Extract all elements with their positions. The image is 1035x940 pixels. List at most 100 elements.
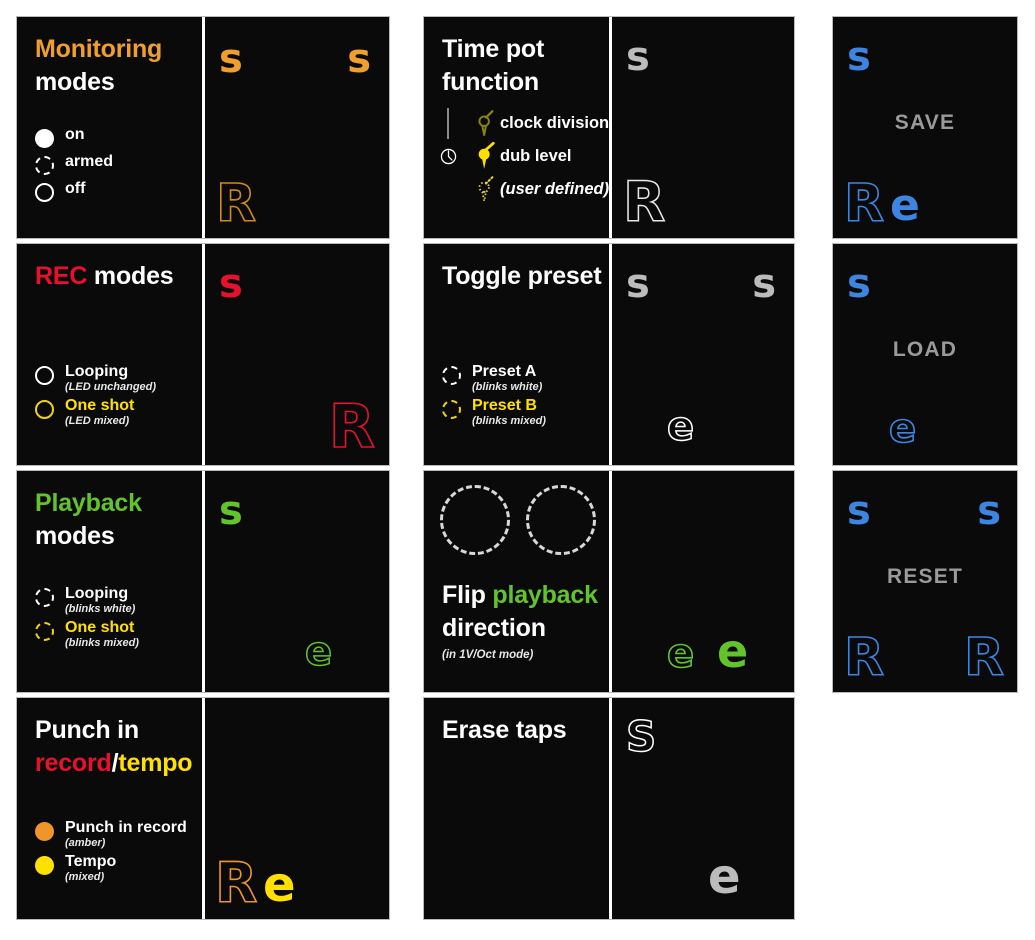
page-title-erase: Erase taps xyxy=(442,716,567,744)
legend-row: Preset A (blinks white) xyxy=(442,363,546,394)
glyph-r-outline: R xyxy=(328,392,376,462)
rec-legend: Looping (LED unchanged) One shot (LED mi… xyxy=(35,363,157,431)
legend-row: One shot (LED mixed) xyxy=(35,396,156,428)
legend-label: Preset B xyxy=(472,396,537,414)
card-save: s SAVE R e xyxy=(832,16,1018,239)
flip-subnote: (in 1V/Oct mode) xyxy=(442,649,534,661)
legend-sublabel: (blinks mixed) xyxy=(472,414,546,427)
glyph-r-outline: R xyxy=(215,174,257,234)
legend-row: Tempo (mixed) xyxy=(35,852,187,884)
timepot-option-list: clock divisions dub level (user defined) xyxy=(440,107,609,206)
pot-gutter xyxy=(440,140,472,173)
pot-row: dub level xyxy=(440,140,609,173)
glyph-r-outline: R xyxy=(843,628,885,688)
playback-info-pane: Playback modes Looping (blinks white) On… xyxy=(17,471,202,692)
legend-label: Looping xyxy=(65,585,129,602)
legend-sublabel: (blinks white) xyxy=(472,380,543,393)
erase-glyph-pane: S e xyxy=(609,698,794,919)
page-title-punch: Punch in record/tempo xyxy=(35,714,193,779)
load-label: LOAD xyxy=(892,338,958,361)
playback-title-line1: Playback xyxy=(35,489,142,517)
rec-info-pane: REC modes Looping (LED unchanged) One sh… xyxy=(17,244,202,465)
toggle-legend: Preset A (blinks white) Preset B (blinks… xyxy=(442,363,546,431)
card-load: s LOAD e xyxy=(832,243,1018,466)
glyph-r-outline: R xyxy=(622,170,666,234)
card-reset: s s RESET R R xyxy=(832,470,1018,693)
legend-sheet: Monitoring modes on armed off s s R REC … xyxy=(0,0,1035,940)
punch-title-line1: Punch in xyxy=(35,716,139,744)
punch-title-record: record xyxy=(35,748,112,777)
load-glyph-pane: s LOAD e xyxy=(833,244,1017,465)
playback-title-line2: modes xyxy=(35,521,115,550)
toggle-glyph-pane: s s e xyxy=(609,244,794,465)
pot-row: (user defined) xyxy=(442,173,609,206)
legend-label: One shot xyxy=(65,618,135,636)
card-playback-modes: Playback modes Looping (blinks white) On… xyxy=(16,470,390,693)
page-title-rec: REC modes xyxy=(35,260,174,293)
legend-row: on xyxy=(35,126,113,148)
card-flip-playback-direction: Flip playback direction (in 1V/Oct mode)… xyxy=(423,470,795,693)
card-toggle-preset: Toggle preset Preset A (blinks white) Pr… xyxy=(423,243,795,466)
monitoring-title-line1: Monitoring xyxy=(35,35,163,63)
legend-label: Tempo xyxy=(65,852,117,870)
monitoring-legend: on armed off xyxy=(35,126,113,208)
led-indicator-tempo xyxy=(35,855,54,875)
page-title-toggle: Toggle preset xyxy=(442,262,602,290)
glyph-e-outline: e xyxy=(666,404,695,450)
dashed-circle-right-icon xyxy=(526,485,596,555)
glyph-s-filled: s xyxy=(626,34,650,80)
legend-row: off xyxy=(35,180,113,202)
legend-label: One shot xyxy=(65,396,135,414)
led-indicator-one-shot xyxy=(35,621,54,641)
timepot-title-line2: function xyxy=(442,67,539,96)
pot-label: dub level xyxy=(500,147,572,165)
glyph-s-filled: s xyxy=(752,261,776,307)
led-indicator-off xyxy=(35,183,54,202)
timepot-info-pane: Time pot function clock divisions dub le… xyxy=(424,17,609,238)
save-label: SAVE xyxy=(894,111,956,134)
save-glyph-pane: s SAVE R e xyxy=(833,17,1017,238)
card-erase-taps: Erase taps S e xyxy=(423,697,795,920)
rec-title-accent: REC xyxy=(35,262,88,290)
flip-info-pane: Flip playback direction (in 1V/Oct mode) xyxy=(424,471,609,692)
led-indicator-one-shot xyxy=(35,399,54,419)
glyph-e-filled: e xyxy=(263,857,296,913)
reset-label: RESET xyxy=(886,565,963,588)
flip-title-line1a: Flip xyxy=(442,581,493,609)
led-indicator-looping xyxy=(35,366,54,385)
pot-row: clock divisions xyxy=(442,107,609,140)
legend-sublabel: (blinks white) xyxy=(65,602,136,615)
card-monitoring-modes: Monitoring modes on armed off s s R xyxy=(16,16,390,239)
glyph-e-outline: e xyxy=(304,629,333,675)
page-title-flip: Flip playback direction xyxy=(442,579,598,644)
glyph-s-filled: s xyxy=(347,36,371,82)
glyph-e-filled: e xyxy=(708,849,741,905)
legend-label: on xyxy=(65,126,85,143)
legend-label: Looping xyxy=(65,363,129,380)
toggle-info-pane: Toggle preset Preset A (blinks white) Pr… xyxy=(424,244,609,465)
timepot-title-line1: Time pot xyxy=(442,35,545,63)
rec-glyph-pane: s R xyxy=(202,244,389,465)
glyph-s-filled: s xyxy=(219,36,243,82)
legend-row: armed xyxy=(35,153,113,175)
legend-sublabel: (LED mixed) xyxy=(65,414,130,427)
glyph-s-filled: s xyxy=(626,261,650,307)
led-indicator-armed xyxy=(35,156,54,175)
legend-row: Looping (blinks white) xyxy=(35,585,139,616)
playback-legend: Looping (blinks white) One shot (blinks … xyxy=(35,585,139,653)
legend-sublabel: (LED unchanged) xyxy=(65,380,157,393)
legend-row: One shot (blinks mixed) xyxy=(35,618,139,650)
glyph-s-filled: s xyxy=(847,261,871,307)
led-indicator-punch-in-record xyxy=(35,822,54,841)
pot-gutter xyxy=(442,107,472,140)
dashed-circle-left-icon xyxy=(440,485,510,555)
flip-title-line1b: playback xyxy=(492,581,598,609)
glyph-e-filled: e xyxy=(717,624,749,678)
glyph-r-outline: R xyxy=(214,851,258,915)
monitoring-glyph-pane: s s R xyxy=(202,17,389,238)
card-time-pot-function: Time pot function clock divisions dub le… xyxy=(423,16,795,239)
flip-glyph-pane: e e xyxy=(609,471,794,692)
glyph-e-outline: e xyxy=(666,631,695,677)
glyph-s-filled: s xyxy=(977,488,1001,534)
timepot-glyph-pane: s R xyxy=(609,17,794,238)
